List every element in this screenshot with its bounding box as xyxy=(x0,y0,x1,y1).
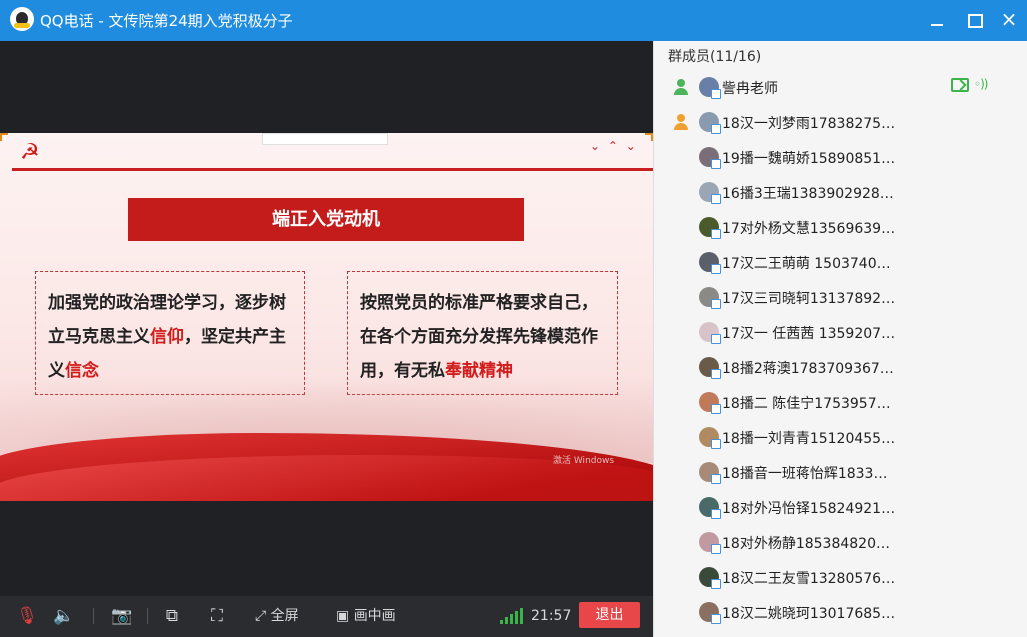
member-name: 18播二 陈佳宁1753957… xyxy=(722,396,891,412)
avatar xyxy=(699,532,721,554)
avatar xyxy=(699,252,721,274)
slide-heading: 端正入党动机 xyxy=(128,198,524,241)
avatar xyxy=(699,287,721,309)
member-role-icon xyxy=(672,78,690,96)
member-row[interactable]: 16播3王瑞1383902928… xyxy=(654,175,1027,210)
member-panel: 群成员(11/16) 訾冉老师 ◦)) 18汉一刘梦雨17838275… 19播一魏萌… xyxy=(653,41,1027,637)
slide-tab-strip xyxy=(262,133,388,145)
signal-strength-icon xyxy=(500,608,524,624)
avatar xyxy=(699,462,721,484)
member-name: 18汉二王友雪13280576… xyxy=(722,571,896,587)
member-name: 17对外杨文慧13569639… xyxy=(722,221,896,237)
member-name: 18汉一刘梦雨17838275… xyxy=(722,116,896,132)
muted-mic-icon[interactable]: 🎙 xyxy=(15,604,39,628)
camera-off-icon[interactable]: 📷 xyxy=(110,604,134,628)
screen-sharing-icon xyxy=(951,78,969,92)
screen-share-icon[interactable]: ⧉ xyxy=(160,604,184,628)
avatar xyxy=(699,427,721,449)
windows-watermark: 激活 Windows xyxy=(553,456,615,466)
member-name: 18对外冯怡铎15824921… xyxy=(722,501,896,517)
member-name: 18播2蒋澳1783709367… xyxy=(722,361,894,377)
avatar xyxy=(699,147,721,169)
member-row[interactable]: 19播一魏萌娇15890851… xyxy=(654,140,1027,175)
window-title: QQ电话 - 文传院第24期入党积极分子 xyxy=(40,12,293,30)
frame-corner xyxy=(645,133,653,141)
member-row[interactable]: 18汉一刘梦雨17838275… xyxy=(654,105,1027,140)
member-name: 訾冉老师 xyxy=(722,81,778,97)
title-bar: QQ电话 - 文传院第24期入党积极分子 × xyxy=(0,0,1027,41)
avatar xyxy=(699,217,721,239)
member-row[interactable]: 18对外杨静1853848208… xyxy=(654,525,1027,560)
doves-icon: ⌄ ⌃ ⌄ xyxy=(590,139,638,153)
member-name: 18对外杨静1853848208… xyxy=(722,536,898,552)
pip-label: 画中画 xyxy=(353,608,396,624)
close-button[interactable]: × xyxy=(994,6,1024,34)
avatar xyxy=(699,602,721,624)
speaker-icon[interactable]: 🔈 xyxy=(52,604,76,628)
presenter-icon[interactable]: ⛶ xyxy=(205,604,229,628)
avatar xyxy=(699,392,721,414)
toolbar-divider xyxy=(147,608,148,624)
avatar xyxy=(699,357,721,379)
member-row[interactable]: 18汉二姚晓珂13017685… xyxy=(654,595,1027,630)
picture-in-picture-icon: ▣ xyxy=(336,608,350,624)
avatar xyxy=(699,77,721,99)
member-name: 18汉二姚晓珂13017685… xyxy=(722,606,896,622)
member-row[interactable]: 18播音一班蒋怡辉1833… xyxy=(654,455,1027,490)
fullscreen-icon: ⤢ xyxy=(255,608,267,624)
video-area[interactable]: ☭ ⌄ ⌃ ⌄ 端正入党动机 加强党的政治理论学习，逐步树立马克思主义信仰，坚定… xyxy=(0,41,653,596)
maximize-button[interactable] xyxy=(959,6,989,34)
frame-corner xyxy=(0,133,8,141)
avatar xyxy=(699,567,721,589)
member-row[interactable]: 18播2蒋澳1783709367… xyxy=(654,350,1027,385)
member-row[interactable]: 17对外杨文慧13569639… xyxy=(654,210,1027,245)
call-duration: 21:57 xyxy=(531,608,572,624)
member-name: 19播一魏萌娇15890851… xyxy=(722,151,896,167)
toolbar-divider xyxy=(93,608,94,624)
member-name: 18播音一班蒋怡辉1833… xyxy=(722,466,888,482)
exit-button[interactable]: 退出 xyxy=(579,602,640,628)
call-toolbar: 🎙 🔈 📷 ⧉ ⛶ ⤢ 全屏 ▣ 画中画 21:57 退出 xyxy=(0,596,653,637)
qq-logo-icon xyxy=(10,7,34,31)
member-row[interactable]: 訾冉老师 ◦)) xyxy=(654,70,1027,105)
party-emblem-icon: ☭ xyxy=(20,140,40,165)
member-name: 17汉二王萌萌 1503740… xyxy=(722,256,891,272)
slide-divider xyxy=(12,168,653,171)
pip-button[interactable]: ▣ 画中画 xyxy=(336,604,396,628)
member-row[interactable]: 17汉三司晓轲13137892… xyxy=(654,280,1027,315)
shared-screen-slide: ☭ ⌄ ⌃ ⌄ 端正入党动机 加强党的政治理论学习，逐步树立马克思主义信仰，坚定… xyxy=(0,133,653,501)
member-name: 17汉一 任茜茜 1359207… xyxy=(722,326,896,342)
member-row[interactable]: 18播一刘青青15120455… xyxy=(654,420,1027,455)
member-name: 17汉三司晓轲13137892… xyxy=(722,291,896,307)
avatar xyxy=(699,182,721,204)
avatar xyxy=(699,322,721,344)
member-row[interactable]: 18汉二王友雪13280576… xyxy=(654,560,1027,595)
member-role-icon xyxy=(672,113,690,131)
member-count-header: 群成员(11/16) xyxy=(668,49,762,65)
minimize-button[interactable] xyxy=(922,6,952,34)
fullscreen-button[interactable]: ⤢ 全屏 xyxy=(255,604,299,628)
member-row[interactable]: 17汉一 任茜茜 1359207… xyxy=(654,315,1027,350)
fullscreen-label: 全屏 xyxy=(270,608,299,624)
member-row[interactable]: 18播二 陈佳宁1753957… xyxy=(654,385,1027,420)
avatar xyxy=(699,112,721,134)
member-name: 16播3王瑞1383902928… xyxy=(722,186,894,202)
member-row[interactable]: 17汉二王萌萌 1503740… xyxy=(654,245,1027,280)
avatar xyxy=(699,497,721,519)
speaking-icon: ◦)) xyxy=(974,77,988,91)
member-row[interactable]: 18对外冯怡铎15824921… xyxy=(654,490,1027,525)
member-name: 18播一刘青青15120455… xyxy=(722,431,896,447)
